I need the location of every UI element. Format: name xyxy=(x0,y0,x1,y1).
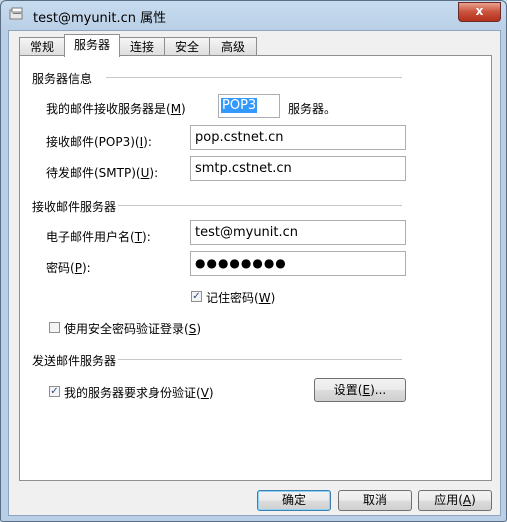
incoming-server-input[interactable]: pop.cstnet.cn xyxy=(190,125,406,150)
tab-connection[interactable]: 连接 xyxy=(119,37,165,56)
tab-general[interactable]: 常规 xyxy=(19,37,65,56)
properties-dialog: test@myunit.cn 属性 x 常规 服务器 连接 安全 高级 服务器信… xyxy=(0,0,507,522)
spa-label[interactable]: 使用安全密码验证登录(S) xyxy=(64,320,201,337)
incoming-server-type-field[interactable]: POP3 xyxy=(218,94,280,118)
window-title: test@myunit.cn 属性 xyxy=(33,11,167,26)
cancel-button[interactable]: 取消 xyxy=(338,490,412,511)
username-input[interactable]: test@myunit.cn xyxy=(190,220,406,245)
incoming-type-label: 我的邮件接收服务器是(M) xyxy=(46,102,186,116)
auth-required-label[interactable]: 我的服务器要求身份验证(V) xyxy=(64,384,214,401)
incoming-server-label: 接收邮件(POP3)(I): xyxy=(46,135,152,149)
server-info-heading: 服务器信息 xyxy=(32,72,93,86)
outgoing-server-input[interactable]: smtp.cstnet.cn xyxy=(190,156,406,181)
password-label: 密码(P): xyxy=(46,261,91,275)
auth-required-checkbox[interactable]: ✓ xyxy=(49,386,60,397)
remember-password-checkbox[interactable]: ✓ xyxy=(191,291,202,302)
outgoing-server-label: 待发邮件(SMTP)(U): xyxy=(46,166,159,180)
dialog-body: 常规 服务器 连接 安全 高级 服务器信息 我的邮件接收服务器是(M) POP3… xyxy=(8,30,501,516)
outgoing-mail-server-heading: 发送邮件服务器 xyxy=(32,354,117,368)
remember-password-label[interactable]: 记住密码(W) xyxy=(206,289,275,306)
ok-button[interactable]: 确定 xyxy=(257,490,331,511)
mail-account-icon xyxy=(9,7,23,20)
servers-panel: 服务器信息 我的邮件接收服务器是(M) POP3 服务器。 接收邮件(POP3)… xyxy=(19,55,492,481)
tab-servers[interactable]: 服务器 xyxy=(64,34,120,57)
spa-checkbox[interactable] xyxy=(49,322,60,333)
divider xyxy=(106,77,402,78)
divider xyxy=(118,205,402,206)
settings-button[interactable]: 设置(E)... xyxy=(314,378,406,402)
tab-advanced[interactable]: 高级 xyxy=(209,37,257,56)
divider xyxy=(118,359,402,360)
username-label: 电子邮件用户名(T): xyxy=(46,230,151,244)
title-bar[interactable]: test@myunit.cn 属性 x xyxy=(1,1,506,29)
close-button[interactable]: x xyxy=(458,2,501,22)
incoming-type-suffix: 服务器。 xyxy=(288,102,337,116)
password-input[interactable]: ●●●●●●●● xyxy=(190,251,406,276)
apply-button[interactable]: 应用(A) xyxy=(418,490,492,511)
incoming-mail-server-heading: 接收邮件服务器 xyxy=(32,200,117,214)
tab-security[interactable]: 安全 xyxy=(164,37,210,56)
